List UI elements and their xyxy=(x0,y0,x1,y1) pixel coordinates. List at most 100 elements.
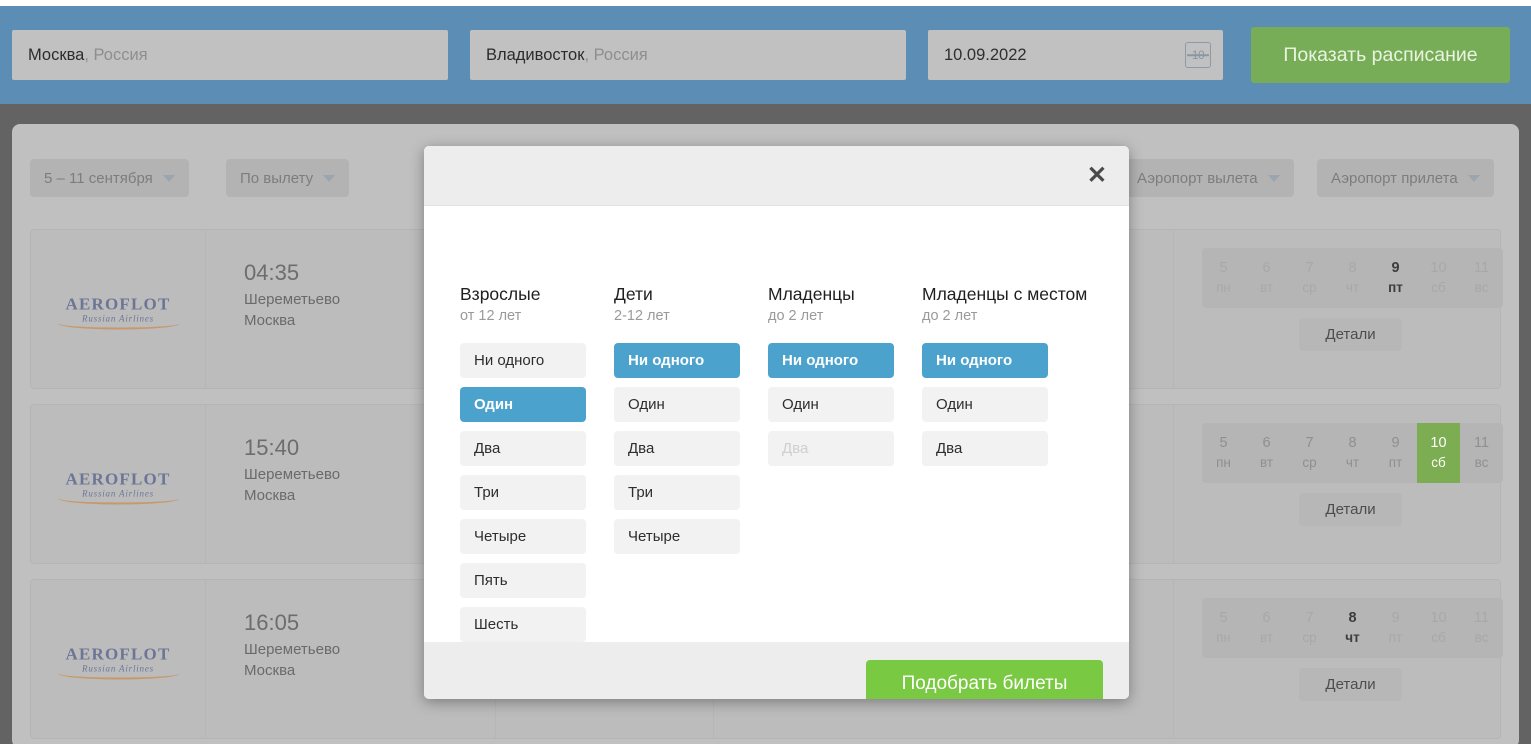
passenger-column-2: Младенцы до 2 лет Ни одного Один Два xyxy=(768,284,922,642)
day-number: 11 xyxy=(1473,435,1490,451)
day-number: 6 xyxy=(1262,610,1271,626)
filter-label: Аэропорт вылета xyxy=(1137,169,1258,187)
filter-arrival-airport[interactable]: Аэропорт прилета xyxy=(1317,159,1494,197)
option-button[interactable]: Один xyxy=(922,387,1048,422)
option-button[interactable]: Три xyxy=(460,475,586,510)
option-button[interactable]: Ни одного xyxy=(460,343,586,378)
aeroflot-logo-icon: AEROFLOT Russian Airlines xyxy=(52,470,184,505)
date-input[interactable]: 10.09.2022 10 xyxy=(928,30,1223,80)
column-title: Младенцы xyxy=(768,284,855,304)
search-bar: Москва, Россия Владивосток, Россия 10.09… xyxy=(0,6,1531,104)
filter-label: 5 – 11 сентября xyxy=(44,169,153,187)
destination-city-text: Владивосток xyxy=(486,45,585,64)
airline-logo-cell: AEROFLOT Russian Airlines xyxy=(31,230,206,388)
day-cell[interactable]: 7 ср xyxy=(1288,248,1331,308)
option-button[interactable]: Два xyxy=(922,431,1048,466)
day-cell[interactable]: 11 вс xyxy=(1460,248,1503,308)
airline-logo-cell: AEROFLOT Russian Airlines xyxy=(31,405,206,563)
details-button[interactable]: Детали xyxy=(1299,493,1402,526)
day-cell[interactable]: 11 вс xyxy=(1460,598,1503,658)
destination-input[interactable]: Владивосток, Россия xyxy=(470,30,906,80)
column-title: Младенцы с местом xyxy=(922,284,1088,304)
day-number: 7 xyxy=(1305,610,1314,626)
day-cell[interactable]: 8 чт xyxy=(1331,423,1374,483)
option-button[interactable]: Ни одного xyxy=(768,343,894,378)
days-cell: 5 пн 6 вт 7 ср 8 чт 9 пт 10 сб 11 вс Детали xyxy=(1174,230,1503,388)
details-button[interactable]: Детали xyxy=(1299,668,1402,701)
departure-place: Шереметьево Москва xyxy=(244,639,340,681)
option-button[interactable]: Шесть xyxy=(460,607,586,642)
aeroflot-logo-icon: AEROFLOT Russian Airlines xyxy=(52,645,184,680)
option-button[interactable]: Три xyxy=(614,475,740,510)
column-title: Дети xyxy=(614,284,653,304)
day-number: 6 xyxy=(1262,435,1271,451)
app-root: Москва, Россия Владивосток, Россия 10.09… xyxy=(0,0,1531,744)
day-cell[interactable]: 9 пт xyxy=(1374,248,1417,308)
day-cell[interactable]: 5 пн xyxy=(1202,423,1245,483)
day-strip[interactable]: 5 пн 6 вт 7 ср 8 чт 9 пт 10 сб 11 вс xyxy=(1202,248,1503,308)
option-button[interactable]: Ни одного xyxy=(922,343,1048,378)
option-list: Ни одного Один Два xyxy=(768,343,922,466)
passenger-column-3: Младенцы с местом до 2 лет Ни одного Один Дв… xyxy=(922,284,1088,642)
day-number: 5 xyxy=(1219,610,1228,626)
day-cell[interactable]: 6 вт xyxy=(1245,423,1288,483)
day-cell[interactable]: 10 сб xyxy=(1417,423,1460,483)
day-cell[interactable]: 5 пн xyxy=(1202,598,1245,658)
passenger-selection-modal: ✕ Взрослые от 12 лет Ни одного Один Два Три Че… xyxy=(424,146,1129,699)
filter-date-range[interactable]: 5 – 11 сентября xyxy=(30,159,189,197)
option-button[interactable]: Два xyxy=(614,431,740,466)
option-list: Ни одного Один Два xyxy=(922,343,1076,466)
day-strip[interactable]: 5 пн 6 вт 7 ср 8 чт 9 пт 10 сб 11 вс xyxy=(1202,598,1503,658)
day-cell[interactable]: 7 ср xyxy=(1288,423,1331,483)
day-cell[interactable]: 9 пт xyxy=(1374,423,1417,483)
origin-city-text: Москва xyxy=(28,45,85,64)
option-button[interactable]: Четыре xyxy=(460,519,586,554)
departure-airport: Шереметьево xyxy=(244,641,341,658)
option-button[interactable]: Один xyxy=(460,387,586,422)
option-button[interactable]: Один xyxy=(614,387,740,422)
option-button[interactable]: Один xyxy=(768,387,894,422)
days-cell: 5 пн 6 вт 7 ср 8 чт 9 пт 10 сб 11 вс Детали xyxy=(1174,405,1503,563)
close-icon[interactable]: ✕ xyxy=(1087,163,1107,188)
day-weekday: ср xyxy=(1302,455,1317,470)
day-weekday: пн xyxy=(1216,630,1231,645)
option-button: Два xyxy=(768,431,894,466)
day-weekday: вс xyxy=(1474,455,1489,470)
day-weekday: пт xyxy=(1388,630,1403,645)
filter-label: По вылету xyxy=(240,169,314,187)
day-number: 10 xyxy=(1430,260,1447,276)
column-title: Взрослые xyxy=(460,284,541,304)
day-cell[interactable]: 5 пн xyxy=(1202,248,1245,308)
option-button[interactable]: Пять xyxy=(460,563,586,598)
column-subtitle: до 2 лет xyxy=(768,308,824,324)
airline-logo-cell: AEROFLOT Russian Airlines xyxy=(31,580,206,738)
day-cell[interactable]: 6 вт xyxy=(1245,248,1288,308)
calendar-icon[interactable]: 10 xyxy=(1185,42,1211,68)
day-number: 5 xyxy=(1219,260,1228,276)
filter-sort-departure[interactable]: По вылету xyxy=(226,159,350,197)
details-button[interactable]: Детали xyxy=(1299,318,1402,351)
day-weekday: чт xyxy=(1345,280,1360,295)
option-button[interactable]: Ни одного xyxy=(614,343,740,378)
day-number: 7 xyxy=(1305,260,1314,276)
option-button[interactable]: Четыре xyxy=(614,519,740,554)
origin-input[interactable]: Москва, Россия xyxy=(12,30,448,80)
show-schedule-button[interactable]: Показать расписание xyxy=(1251,27,1510,83)
modal-header: ✕ xyxy=(424,146,1129,206)
option-button[interactable]: Два xyxy=(460,431,586,466)
filter-departure-airport[interactable]: Аэропорт вылета xyxy=(1123,159,1294,197)
day-weekday: пт xyxy=(1388,280,1403,295)
day-cell[interactable]: 11 вс xyxy=(1460,423,1503,483)
day-cell[interactable]: 6 вт xyxy=(1245,598,1288,658)
day-cell[interactable]: 8 чт xyxy=(1331,248,1374,308)
day-weekday: вс xyxy=(1474,280,1489,295)
day-cell[interactable]: 9 пт xyxy=(1374,598,1417,658)
day-strip[interactable]: 5 пн 6 вт 7 ср 8 чт 9 пт 10 сб 11 вс xyxy=(1202,423,1503,483)
day-cell[interactable]: 7 ср xyxy=(1288,598,1331,658)
departure-city: Москва xyxy=(244,662,296,679)
day-cell[interactable]: 8 чт xyxy=(1331,598,1374,658)
pick-tickets-button[interactable]: Подобрать билеты xyxy=(866,660,1103,699)
day-cell[interactable]: 10 сб xyxy=(1417,248,1460,308)
chevron-down-icon xyxy=(323,174,336,182)
day-cell[interactable]: 10 сб xyxy=(1417,598,1460,658)
